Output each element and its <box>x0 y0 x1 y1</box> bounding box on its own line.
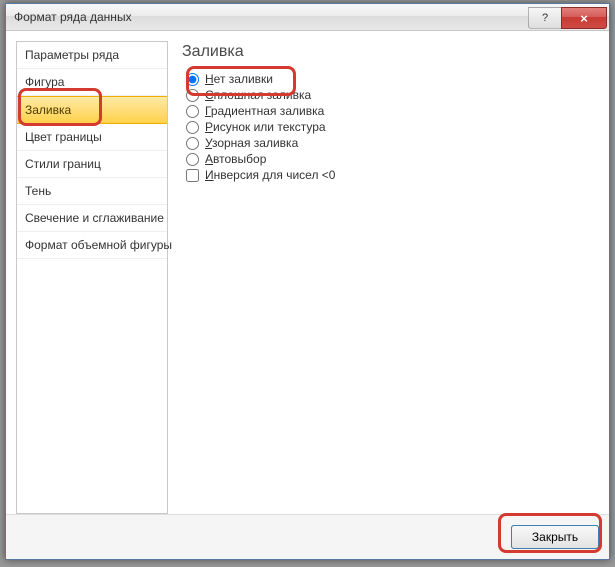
dialog-body: Параметры ряда Фигура Заливка Цвет грани… <box>6 31 609 514</box>
help-button[interactable]: ? <box>528 7 562 29</box>
radio-pattern-fill[interactable] <box>186 137 199 150</box>
sidebar-item-glow[interactable]: Свечение и сглаживание <box>17 205 167 232</box>
option-no-fill[interactable]: Нет заливки <box>186 71 595 87</box>
radio-no-fill[interactable] <box>186 73 199 86</box>
close-button[interactable]: Закрыть <box>511 525 599 549</box>
option-label: Рисунок или текстура <box>205 120 326 134</box>
window-title: Формат ряда данных <box>14 10 529 24</box>
option-pattern-fill[interactable]: Узорная заливка <box>186 135 595 151</box>
sidebar-item-series-options[interactable]: Параметры ряда <box>17 42 167 69</box>
titlebar: Формат ряда данных ? × <box>6 4 609 31</box>
dialog-footer: Закрыть <box>6 514 609 559</box>
panel-heading: Заливка <box>182 43 595 61</box>
option-gradient-fill[interactable]: Градиентная заливка <box>186 103 595 119</box>
radio-gradient-fill[interactable] <box>186 105 199 118</box>
window-controls: ? × <box>529 7 607 27</box>
option-label: Узорная заливка <box>205 136 298 150</box>
radio-automatic[interactable] <box>186 153 199 166</box>
option-label: Автовыбор <box>205 152 266 166</box>
fill-options: Нет заливки Сплошная заливка Градиентная… <box>182 71 595 183</box>
content-panel: Заливка Нет заливки Сплошная заливка Гра… <box>178 41 599 514</box>
sidebar-item-border-styles[interactable]: Стили границ <box>17 151 167 178</box>
option-label: Нет заливки <box>205 72 273 86</box>
sidebar-item-3d-format[interactable]: Формат объемной фигуры <box>17 232 167 259</box>
option-solid-fill[interactable]: Сплошная заливка <box>186 87 595 103</box>
radio-picture-texture[interactable] <box>186 121 199 134</box>
option-invert-negative[interactable]: Инверсия для чисел <0 <box>186 167 595 183</box>
sidebar-item-fill[interactable]: Заливка <box>17 96 167 124</box>
sidebar-item-shadow[interactable]: Тень <box>17 178 167 205</box>
option-label: Градиентная заливка <box>205 104 324 118</box>
checkbox-invert-negative[interactable] <box>186 169 199 182</box>
option-automatic[interactable]: Автовыбор <box>186 151 595 167</box>
option-picture-texture[interactable]: Рисунок или текстура <box>186 119 595 135</box>
window-close-button[interactable]: × <box>561 7 607 29</box>
sidebar-item-shape[interactable]: Фигура <box>17 69 167 96</box>
format-data-series-dialog: Формат ряда данных ? × Параметры ряда Фи… <box>5 3 610 560</box>
option-label: Инверсия для чисел <0 <box>205 168 335 182</box>
sidebar-item-border-color[interactable]: Цвет границы <box>17 124 167 151</box>
sidebar: Параметры ряда Фигура Заливка Цвет грани… <box>16 41 168 514</box>
option-label: Сплошная заливка <box>205 88 311 102</box>
radio-solid-fill[interactable] <box>186 89 199 102</box>
